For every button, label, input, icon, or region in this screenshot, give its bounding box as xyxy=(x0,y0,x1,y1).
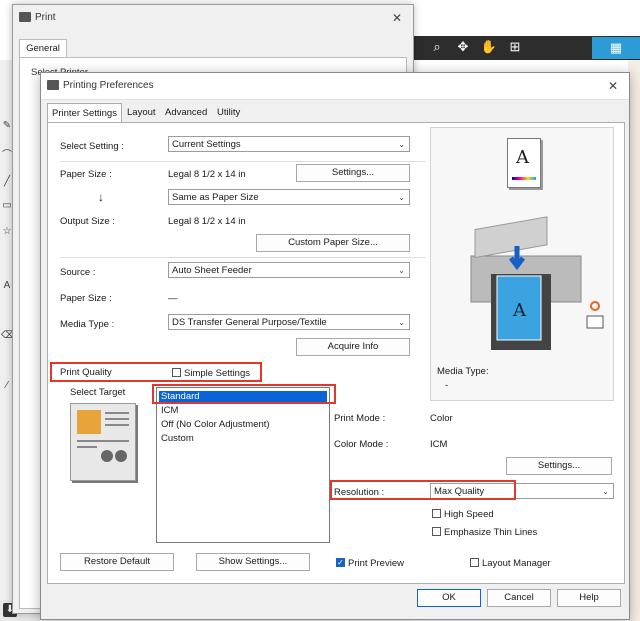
tab-advanced[interactable]: Advanced xyxy=(161,105,211,121)
print-dialog-title: Print xyxy=(35,12,56,23)
close-icon[interactable]: ✕ xyxy=(387,5,407,31)
media-type-label: Media Type : xyxy=(60,319,115,330)
target-listbox[interactable]: Standard ICM Off (No Color Adjustment) C… xyxy=(156,387,330,543)
paper-settings-button[interactable]: Settings... xyxy=(296,164,410,182)
output-size-select-value: Same as Paper Size xyxy=(172,192,259,203)
target-thumbnail xyxy=(70,403,136,481)
paper-size2-value: — xyxy=(168,293,178,304)
printing-preferences-dialog: Printing Preferences ✕ Printer Settings … xyxy=(40,72,630,620)
paper-size-value: Legal 8 1/2 x 14 in xyxy=(168,169,246,180)
select-setting-dropdown[interactable]: Current Settings ⌄ xyxy=(168,136,410,152)
paper-size-label: Paper Size : xyxy=(60,169,112,180)
tab-general[interactable]: General xyxy=(19,39,67,58)
target-custom[interactable]: Custom xyxy=(161,433,194,445)
text-line xyxy=(105,412,129,414)
close-icon[interactable]: ✕ xyxy=(603,73,623,99)
grid-icon[interactable]: ▦ xyxy=(592,37,640,59)
cancel-button[interactable]: Cancel xyxy=(487,589,551,607)
custom-paper-size-button[interactable]: Custom Paper Size... xyxy=(256,234,410,252)
divider xyxy=(60,161,426,162)
printer-icon xyxy=(19,12,31,23)
chart-icon xyxy=(101,450,113,462)
chevron-down-icon: ⌄ xyxy=(398,140,405,149)
chevron-down-icon: ⌄ xyxy=(602,487,609,496)
simple-settings-label: Simple Settings xyxy=(184,368,251,379)
paper-size2-label: Paper Size : xyxy=(60,293,112,304)
print-preview-label: Print Preview xyxy=(348,558,404,569)
media-type-dropdown[interactable]: DS Transfer General Purpose/Textile ⌄ xyxy=(168,314,410,330)
printer-icon xyxy=(47,80,59,91)
document-preview: A xyxy=(507,138,541,188)
hand-icon[interactable]: ✋ xyxy=(480,38,498,56)
add-box-icon[interactable]: ⊞ xyxy=(506,38,524,56)
print-preview-checkbox[interactable]: ✓ xyxy=(336,558,345,567)
tab-printer-settings[interactable]: Printer Settings xyxy=(47,103,122,124)
preview-panel: A A Media Type: - xyxy=(430,127,614,401)
media-type-preview-label: Media Type: xyxy=(437,366,489,377)
print-quality-label: Print Quality xyxy=(60,367,112,378)
image-icon xyxy=(77,410,101,434)
output-size-value: Legal 8 1/2 x 14 in xyxy=(168,216,246,227)
print-mode-value: Color xyxy=(430,413,453,424)
text-line xyxy=(105,424,129,426)
select-target-label: Select Target xyxy=(70,387,126,398)
high-speed-label: High Speed xyxy=(444,509,494,520)
layout-manager-label: Layout Manager xyxy=(482,558,551,569)
chevron-down-icon: ⌄ xyxy=(398,318,405,327)
doc-letter: A xyxy=(516,147,529,168)
source-label: Source : xyxy=(60,267,96,278)
target-off[interactable]: Off (No Color Adjustment) xyxy=(161,419,270,431)
select-setting-label: Select Setting : xyxy=(60,141,124,152)
layout-manager-checkbox[interactable] xyxy=(470,558,479,567)
zoom-icon[interactable]: ⌕ xyxy=(428,38,446,56)
color-mode-value: ICM xyxy=(430,439,448,450)
move-arrows-icon[interactable]: ✥ xyxy=(454,38,472,56)
source-dropdown[interactable]: Auto Sheet Feeder ⌄ xyxy=(168,262,410,278)
pref-titlebar: Printing Preferences ✕ xyxy=(41,73,629,100)
text-line xyxy=(77,440,129,442)
simple-settings-checkbox[interactable] xyxy=(172,368,181,377)
source-value: Auto Sheet Feeder xyxy=(172,265,252,276)
chevron-down-icon: ⌄ xyxy=(398,193,405,202)
show-settings-button[interactable]: Show Settings... xyxy=(196,553,310,571)
output-size-label: Output Size : xyxy=(60,216,115,227)
restore-default-button[interactable]: Restore Default xyxy=(60,553,174,571)
printer-illustration: A xyxy=(470,216,604,350)
media-type-value: DS Transfer General Purpose/Textile xyxy=(172,317,327,328)
help-button[interactable]: Help xyxy=(557,589,621,607)
color-bar xyxy=(512,177,536,180)
target-icm[interactable]: ICM xyxy=(161,405,178,417)
arrow-down-icon: ↓ xyxy=(98,190,104,204)
tab-layout[interactable]: Layout xyxy=(123,105,160,121)
high-speed-checkbox[interactable] xyxy=(432,509,441,518)
printer-settings-panel: Select Setting : Current Settings ⌄ Paper… xyxy=(47,122,625,584)
select-setting-value: Current Settings xyxy=(172,139,241,150)
color-mode-label: Color Mode : xyxy=(334,439,389,450)
emphasize-thin-lines-checkbox[interactable] xyxy=(432,527,441,536)
divider xyxy=(60,257,426,258)
media-type-preview-value: - xyxy=(445,380,449,391)
ok-button[interactable]: OK xyxy=(417,589,481,607)
resolution-highlight xyxy=(330,480,516,500)
svg-text:A: A xyxy=(512,300,527,321)
chevron-down-icon: ⌄ xyxy=(398,266,405,275)
color-settings-button[interactable]: Settings... xyxy=(506,457,612,475)
chart-icon xyxy=(115,450,127,462)
text-line xyxy=(77,446,97,448)
tab-utility[interactable]: Utility xyxy=(213,105,244,121)
print-mode-label: Print Mode : xyxy=(334,413,386,424)
pref-dialog-title: Printing Preferences xyxy=(63,80,154,91)
emphasize-thin-lines-label: Emphasize Thin Lines xyxy=(444,527,538,538)
standard-highlight xyxy=(152,384,336,404)
output-size-dropdown[interactable]: Same as Paper Size ⌄ xyxy=(168,189,410,205)
text-line xyxy=(105,418,129,420)
print-titlebar: Print ✕ xyxy=(13,5,413,31)
acquire-info-button[interactable]: Acquire Info xyxy=(296,338,410,356)
